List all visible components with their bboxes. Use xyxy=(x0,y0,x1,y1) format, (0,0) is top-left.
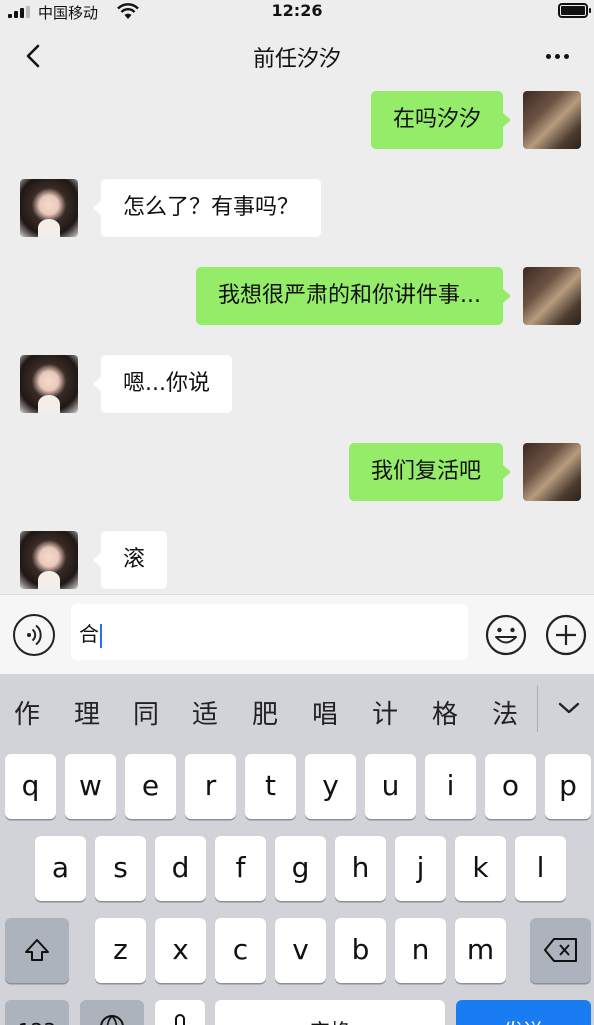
key-c[interactable]: c xyxy=(215,918,266,983)
candidate-word[interactable]: 计 xyxy=(372,694,398,731)
contact-avatar[interactable] xyxy=(20,531,78,589)
space-key[interactable]: 空格 xyxy=(215,1000,445,1025)
my-message-bubble[interactable]: 在吗汐汐 xyxy=(370,91,512,149)
keyboard: 作 理 同 适 肥 唱 计 格 法 q w e r t y u i o p a … xyxy=(0,674,594,1025)
globe-key[interactable] xyxy=(80,1000,144,1025)
globe-icon xyxy=(100,1015,124,1025)
chevron-down-icon[interactable] xyxy=(556,698,582,718)
my-message-bubble[interactable]: 我们复活吧 xyxy=(348,443,512,501)
delete-key[interactable] xyxy=(530,918,591,983)
key-z[interactable]: z xyxy=(95,918,146,983)
my-avatar[interactable] xyxy=(523,267,581,325)
key-g[interactable]: g xyxy=(275,836,326,901)
key-k[interactable]: k xyxy=(455,836,506,901)
message-input-bar: 合 xyxy=(0,594,594,674)
key-h[interactable]: h xyxy=(335,836,386,901)
more-options-icon[interactable] xyxy=(542,40,574,72)
key-u[interactable]: u xyxy=(365,754,416,819)
candidate-word[interactable]: 格 xyxy=(432,694,458,731)
message-list[interactable]: 在吗汐汐 怎么了？有事吗？ 我想很严肃的和你讲件事... 嗯...你说 我们复活… xyxy=(0,88,594,594)
key-w[interactable]: w xyxy=(65,754,116,819)
candidate-word[interactable]: 肥 xyxy=(252,694,278,731)
key-y[interactable]: y xyxy=(305,754,356,819)
emoji-icon[interactable] xyxy=(485,614,527,656)
clock: 12:26 xyxy=(271,1,323,20)
key-b[interactable]: b xyxy=(335,918,386,983)
key-q[interactable]: q xyxy=(5,754,56,819)
contact-message-bubble[interactable]: 怎么了？有事吗？ xyxy=(92,179,322,237)
more-functions-plus-icon[interactable] xyxy=(545,614,587,656)
key-l[interactable]: l xyxy=(515,836,566,901)
my-message-bubble[interactable]: 我想很严肃的和你讲件事... xyxy=(196,267,511,325)
key-d[interactable]: d xyxy=(155,836,206,901)
candidate-word[interactable]: 唱 xyxy=(312,694,338,731)
contact-message-bubble[interactable]: 滚 xyxy=(92,531,168,589)
message-draft-text: 合 xyxy=(79,622,99,646)
shift-arrow-icon xyxy=(25,939,49,961)
key-j[interactable]: j xyxy=(395,836,446,901)
key-x[interactable]: x xyxy=(155,918,206,983)
numbers-key[interactable]: 123 xyxy=(5,1000,69,1025)
chat-header: 前任汐汐 xyxy=(0,24,594,88)
key-v[interactable]: v xyxy=(275,918,326,983)
key-i[interactable]: i xyxy=(425,754,476,819)
key-t[interactable]: t xyxy=(245,754,296,819)
my-avatar[interactable] xyxy=(523,443,581,501)
candidate-word[interactable]: 同 xyxy=(133,694,159,731)
key-f[interactable]: f xyxy=(215,836,266,901)
candidate-divider xyxy=(537,686,538,732)
candidate-word[interactable]: 理 xyxy=(74,694,100,731)
key-p[interactable]: p xyxy=(545,754,591,819)
contact-avatar[interactable] xyxy=(20,355,78,413)
contact-avatar[interactable] xyxy=(20,179,78,237)
mic-key[interactable] xyxy=(155,1000,205,1025)
candidate-bar: 作 理 同 适 肥 唱 计 格 法 xyxy=(0,674,594,754)
voice-input-icon[interactable] xyxy=(13,614,55,656)
key-s[interactable]: s xyxy=(95,836,146,901)
candidate-word[interactable]: 法 xyxy=(492,694,518,731)
shift-key[interactable] xyxy=(5,918,69,983)
key-o[interactable]: o xyxy=(485,754,536,819)
status-bar: 中国移动 12:26 xyxy=(0,0,594,24)
key-a[interactable]: a xyxy=(35,836,86,901)
key-r[interactable]: r xyxy=(185,754,236,819)
chat-title: 前任汐汐 xyxy=(252,47,341,72)
text-cursor xyxy=(100,623,102,648)
send-key[interactable]: 发送 xyxy=(456,1000,591,1025)
candidate-word[interactable]: 作 xyxy=(14,694,40,731)
contact-message-bubble[interactable]: 嗯...你说 xyxy=(93,355,232,413)
key-m[interactable]: m xyxy=(455,918,506,983)
key-n[interactable]: n xyxy=(395,918,446,983)
my-avatar[interactable] xyxy=(523,91,581,149)
backspace-icon xyxy=(543,938,577,962)
microphone-icon xyxy=(175,1014,185,1025)
candidate-word[interactable]: 适 xyxy=(192,694,218,731)
message-text-field[interactable]: 合 xyxy=(71,604,468,660)
key-e[interactable]: e xyxy=(125,754,176,819)
battery-icon xyxy=(558,3,591,18)
